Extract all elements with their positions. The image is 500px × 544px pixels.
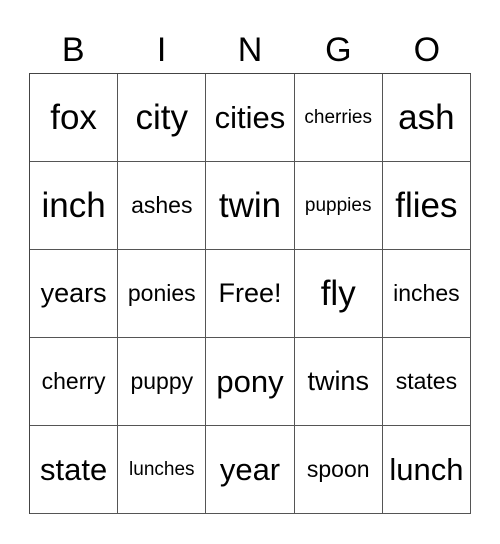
bingo-cell[interactable]: ash [382, 74, 471, 162]
header-letter-g: G [325, 31, 352, 69]
bingo-cell[interactable]: states [382, 338, 471, 426]
bingo-grid: fox city cities cherries ash inch ashes … [29, 73, 471, 514]
bingo-cell[interactable]: pony [206, 338, 295, 426]
bingo-cell[interactable]: ponies [118, 250, 207, 338]
header-letter-o: O [413, 31, 441, 69]
bingo-header: B I N G O [29, 28, 471, 72]
bingo-cell[interactable]: fox [30, 74, 119, 162]
header-letter-i: I [156, 31, 167, 69]
bingo-cell[interactable]: state [30, 426, 119, 514]
bingo-cell[interactable]: spoon [294, 426, 383, 514]
bingo-cell[interactable]: lunches [118, 426, 207, 514]
bingo-cell[interactable]: puppies [294, 162, 383, 250]
bingo-cell[interactable]: city [118, 74, 207, 162]
bingo-cell[interactable]: ashes [118, 162, 207, 250]
bingo-cell[interactable]: years [30, 250, 119, 338]
bingo-cell[interactable]: cherries [294, 74, 383, 162]
bingo-cell[interactable]: cherry [30, 338, 119, 426]
bingo-cell[interactable]: fly [294, 250, 383, 338]
free-space-cell[interactable]: Free! [206, 250, 295, 338]
bingo-cell[interactable]: inches [382, 250, 471, 338]
header-letter-n: N [237, 31, 263, 69]
bingo-cell[interactable]: twins [294, 338, 383, 426]
bingo-cell[interactable]: cities [206, 74, 295, 162]
bingo-cell[interactable]: twin [206, 162, 295, 250]
bingo-cell[interactable]: lunch [382, 426, 471, 514]
bingo-cell[interactable]: puppy [118, 338, 207, 426]
header-letter-b: B [61, 31, 85, 69]
bingo-cell[interactable]: flies [382, 162, 471, 250]
bingo-cell[interactable]: inch [30, 162, 119, 250]
bingo-cell[interactable]: year [206, 426, 295, 514]
